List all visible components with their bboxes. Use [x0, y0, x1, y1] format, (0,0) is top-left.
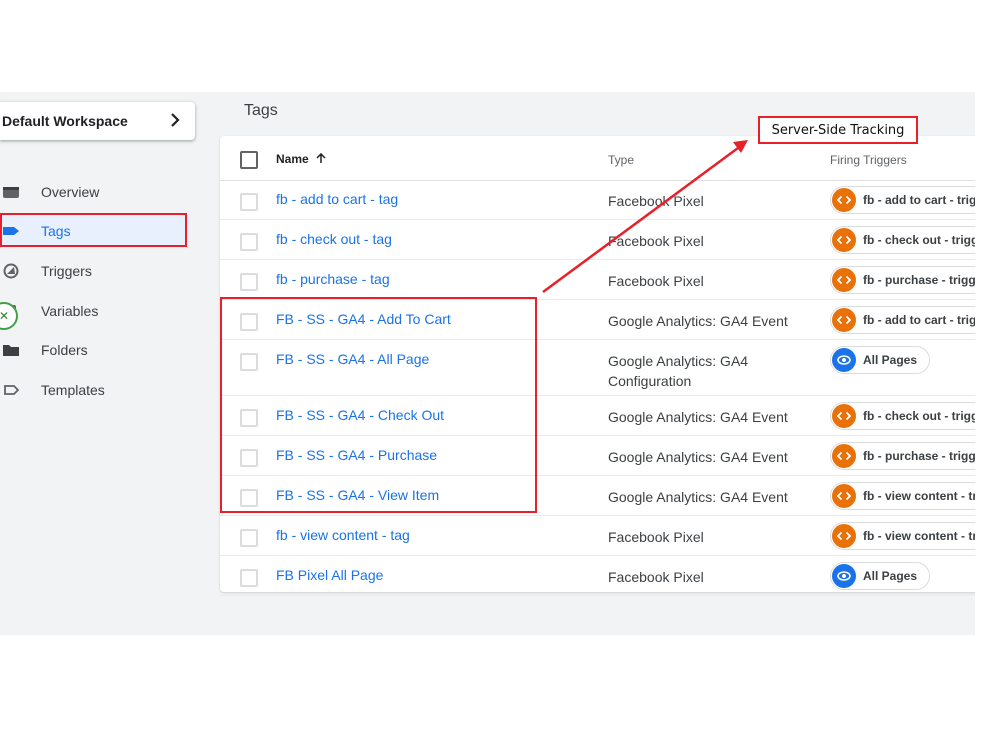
annotation-arrow-icon [542, 140, 748, 294]
